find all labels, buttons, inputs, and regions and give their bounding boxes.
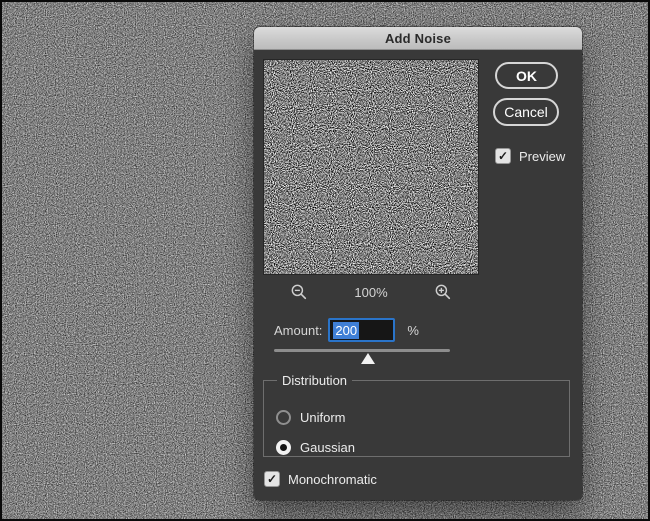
checkmark-icon: ✓ (497, 149, 509, 163)
preview-checkbox[interactable]: ✓ (495, 148, 511, 164)
add-noise-dialog: Add Noise 100% Amount: 200 % Distributio… (254, 27, 582, 500)
ok-button[interactable]: OK (495, 62, 558, 89)
radio-uniform[interactable]: Uniform (276, 410, 346, 425)
amount-slider[interactable] (274, 345, 450, 367)
distribution-group: Distribution Uniform Gaussian (263, 373, 570, 457)
radio-gaussian-icon[interactable] (276, 440, 291, 455)
amount-value-selected: 200 (333, 321, 360, 339)
amount-label: Amount: (274, 322, 323, 338)
radio-gaussian[interactable]: Gaussian (276, 440, 355, 455)
distribution-legend: Distribution (282, 373, 348, 388)
preview-label: Preview (519, 148, 566, 164)
zoom-out-button[interactable] (290, 283, 308, 301)
preview-zoom-controls: 100% (263, 281, 479, 303)
amount-slider-thumb[interactable] (361, 353, 375, 364)
radio-gaussian-label: Gaussian (300, 440, 355, 455)
dialog-titlebar[interactable]: Add Noise (254, 27, 582, 50)
noise-preview-image (263, 59, 479, 275)
amount-field-row: Amount: 200 % (274, 318, 419, 342)
monochromatic-label: Monochromatic (288, 471, 377, 487)
amount-unit: % (407, 322, 419, 338)
zoom-in-icon (435, 284, 451, 300)
zoom-level-text: 100% (354, 284, 388, 300)
monochromatic-checkbox[interactable]: ✓ (264, 471, 280, 487)
zoom-in-button[interactable] (434, 283, 452, 301)
radio-uniform-label: Uniform (300, 410, 346, 425)
dialog-title: Add Noise (384, 30, 452, 46)
radio-uniform-icon[interactable] (276, 410, 291, 425)
cancel-button[interactable]: Cancel (493, 98, 559, 126)
preview-checkbox-row[interactable]: ✓ Preview (495, 148, 565, 164)
amount-input[interactable]: 200 (328, 318, 396, 342)
photoshop-canvas: Add Noise 100% Amount: 200 % Distributio… (0, 0, 650, 521)
amount-slider-track[interactable] (274, 349, 450, 352)
monochromatic-checkbox-row[interactable]: ✓ Monochromatic (264, 471, 377, 487)
zoom-out-icon (291, 284, 307, 300)
checkmark-icon: ✓ (266, 472, 278, 486)
